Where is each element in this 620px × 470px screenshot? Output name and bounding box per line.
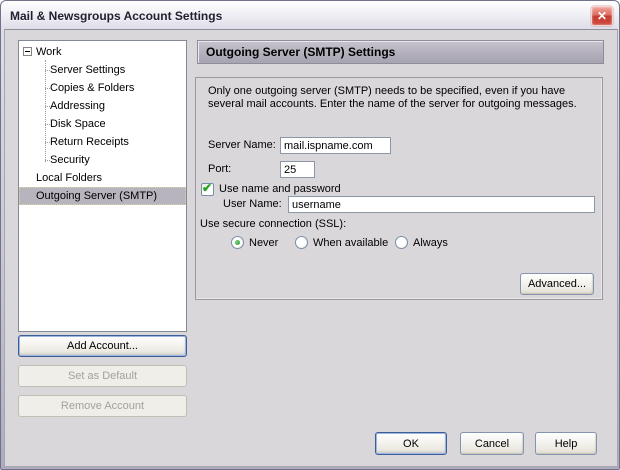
tree-item-label: Addressing bbox=[50, 100, 105, 112]
server-name-input[interactable] bbox=[280, 137, 391, 154]
tree-item-work[interactable]: Work bbox=[19, 43, 186, 61]
tree-item-label: Server Settings bbox=[50, 64, 125, 76]
account-settings-dialog: Mail & Newsgroups Account Settings ✕ Wor… bbox=[0, 0, 620, 470]
ssl-radio-when-available-label[interactable]: When available bbox=[313, 237, 388, 249]
use-name-password-checkbox[interactable]: ✔ bbox=[201, 183, 214, 196]
account-tree: Work Server Settings Copies & Folders Ad… bbox=[18, 40, 187, 332]
user-name-input[interactable] bbox=[288, 196, 595, 213]
tree-item-label: Outgoing Server (SMTP) bbox=[36, 190, 157, 202]
add-account-button[interactable]: Add Account... bbox=[18, 335, 187, 357]
tree-item-security[interactable]: Security bbox=[19, 151, 186, 169]
tree-expander-minus-icon[interactable] bbox=[23, 47, 32, 56]
tree-item-label: Security bbox=[50, 154, 90, 166]
port-input[interactable] bbox=[280, 161, 315, 178]
panel-heading-title: Outgoing Server (SMTP) Settings bbox=[198, 45, 395, 59]
window-title: Mail & Newsgroups Account Settings bbox=[3, 9, 222, 23]
tree-item-label: Local Folders bbox=[36, 172, 102, 184]
ssl-radio-never-label[interactable]: Never bbox=[249, 237, 278, 249]
ssl-radio-always[interactable] bbox=[395, 236, 408, 249]
ssl-radio-never[interactable] bbox=[231, 236, 244, 249]
tree-item-addressing[interactable]: Addressing bbox=[19, 97, 186, 115]
server-name-label: Server Name: bbox=[208, 139, 276, 151]
panel-heading-bar: Outgoing Server (SMTP) Settings bbox=[197, 40, 604, 64]
port-label: Port: bbox=[208, 163, 231, 175]
tree-item-label: Work bbox=[36, 46, 61, 58]
set-as-default-button[interactable]: Set as Default bbox=[18, 365, 187, 387]
tree-item-copies-folders[interactable]: Copies & Folders bbox=[19, 79, 186, 97]
smtp-description: Only one outgoing server (SMTP) needs to… bbox=[208, 85, 596, 111]
tree-item-outgoing-server[interactable]: Outgoing Server (SMTP) bbox=[19, 187, 186, 205]
ssl-radio-when-available[interactable] bbox=[295, 236, 308, 249]
tree-item-return-receipts[interactable]: Return Receipts bbox=[19, 133, 186, 151]
ssl-label: Use secure connection (SSL): bbox=[200, 218, 346, 230]
tree-item-label: Return Receipts bbox=[50, 136, 129, 148]
title-bar[interactable]: Mail & Newsgroups Account Settings bbox=[3, 2, 617, 29]
ok-button[interactable]: OK bbox=[375, 432, 447, 455]
screen: Mail & Newsgroups Account Settings ✕ Wor… bbox=[0, 0, 620, 470]
tree-item-label: Disk Space bbox=[50, 118, 106, 130]
dialog-content: Work Server Settings Copies & Folders Ad… bbox=[4, 29, 618, 467]
tree-item-label: Copies & Folders bbox=[50, 82, 134, 94]
close-icon: ✕ bbox=[597, 9, 607, 23]
radio-dot-icon bbox=[235, 240, 240, 245]
remove-account-button[interactable]: Remove Account bbox=[18, 395, 187, 417]
checkmark-icon: ✔ bbox=[202, 181, 212, 195]
advanced-button[interactable]: Advanced... bbox=[520, 273, 594, 295]
close-button[interactable]: ✕ bbox=[591, 6, 613, 26]
smtp-settings-group: Only one outgoing server (SMTP) needs to… bbox=[195, 77, 603, 300]
tree-item-local-folders[interactable]: Local Folders bbox=[19, 169, 186, 187]
tree-item-disk-space[interactable]: Disk Space bbox=[19, 115, 186, 133]
ssl-radio-always-label[interactable]: Always bbox=[413, 237, 448, 249]
help-button[interactable]: Help bbox=[535, 432, 597, 455]
use-name-password-label[interactable]: Use name and password bbox=[219, 183, 341, 195]
cancel-button[interactable]: Cancel bbox=[460, 432, 524, 455]
user-name-label: User Name: bbox=[223, 198, 282, 210]
tree-item-server-settings[interactable]: Server Settings bbox=[19, 61, 186, 79]
